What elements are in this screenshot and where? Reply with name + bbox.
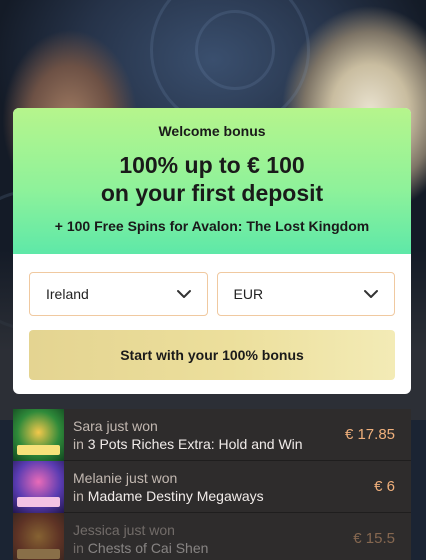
game-logo-badge [17, 548, 60, 559]
game-link[interactable]: Madame Destiny Megaways [88, 488, 264, 504]
bonus-header: Welcome bonus 100% up to € 100 on your f… [13, 108, 411, 254]
winner-row[interactable]: Sara just won in 3 Pots Riches Extra: Ho… [13, 408, 411, 461]
chests-of-cai-shen-thumbnail-icon [13, 512, 64, 560]
start-bonus-button[interactable]: Start with your 100% bonus [29, 330, 395, 380]
winner-game-line: in Madame Destiny Megaways [73, 487, 374, 505]
win-amount: € 15.5 [353, 530, 395, 547]
currency-select-value: EUR [233, 286, 264, 302]
winner-name: Sara just won [73, 417, 158, 434]
game-prefix: in [73, 435, 84, 452]
madame-destiny-thumbnail-icon [13, 460, 64, 513]
winner-row[interactable]: Jessica just won in Chests of Cai Shen €… [13, 512, 411, 560]
chevron-down-icon [364, 290, 378, 298]
recent-winners-list: Sara just won in 3 Pots Riches Extra: Ho… [13, 408, 411, 560]
decorative-swirl [195, 10, 275, 90]
bonus-headline-line2: on your first deposit [100, 180, 324, 206]
chevron-down-icon [176, 290, 191, 298]
winner-game-line: in Chests of Cai Shen [73, 539, 353, 557]
game-prefix: in [73, 487, 84, 504]
winner-name: Jessica just won [73, 521, 175, 538]
game-logo-badge [17, 496, 60, 507]
game-link[interactable]: Chests of Cai Shen [88, 540, 209, 556]
game-prefix: in [73, 539, 84, 556]
winner-game-line: in 3 Pots Riches Extra: Hold and Win [73, 435, 345, 453]
country-select-value: Ireland [46, 286, 89, 302]
winner-row[interactable]: Melanie just won in Madame Destiny Megaw… [13, 460, 411, 513]
bonus-headline: 100% up to € 100 on your first deposit [13, 151, 411, 207]
welcome-bonus-card: Welcome bonus 100% up to € 100 on your f… [13, 108, 411, 394]
bonus-label: Welcome bonus [158, 123, 266, 139]
game-logo-badge [17, 444, 60, 455]
bonus-headline-line1: 100% up to € 100 [119, 152, 305, 178]
bonus-selectors: Ireland EUR [13, 254, 411, 316]
winner-text: Melanie just won in Madame Destiny Megaw… [64, 469, 374, 505]
win-amount: € 6 [374, 478, 395, 495]
winner-text: Sara just won in 3 Pots Riches Extra: Ho… [64, 417, 345, 453]
currency-select[interactable]: EUR [216, 272, 395, 316]
winner-name: Melanie just won [73, 469, 178, 486]
game-link[interactable]: 3 Pots Riches Extra: Hold and Win [88, 436, 303, 452]
free-spins-text: + 100 Free Spins for Avalon: The Lost Ki… [54, 218, 370, 234]
country-select[interactable]: Ireland [29, 272, 208, 316]
winner-text: Jessica just won in Chests of Cai Shen [64, 521, 353, 557]
win-amount: € 17.85 [344, 426, 395, 443]
3-pots-riches-thumbnail-icon [13, 408, 64, 461]
